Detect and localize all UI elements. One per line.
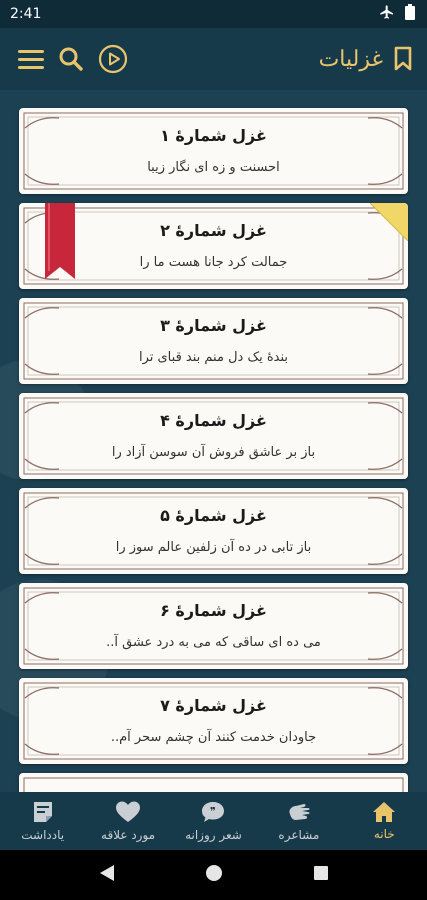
play-icon[interactable]: [98, 44, 128, 74]
poem-title: غزل شمارهٔ ۵: [160, 506, 267, 525]
nav-mushaere[interactable]: مشاعره: [259, 800, 339, 842]
poem-card-6[interactable]: غزل شمارهٔ ۶ می ده ای ساقی که می به درد …: [19, 583, 408, 669]
search-icon[interactable]: [58, 46, 84, 72]
nav-favorites[interactable]: مورد علاقه: [88, 800, 168, 842]
svg-text:❞: ❞: [211, 805, 217, 818]
bookmark-icon[interactable]: [393, 46, 413, 72]
status-time: 2:41: [10, 6, 42, 22]
nav-home[interactable]: خانه: [344, 801, 424, 841]
poem-first-line: بندهٔ یک دل منم بند قبای ترا: [138, 350, 289, 365]
nav-notes[interactable]: یادداشت: [3, 800, 83, 842]
poem-card-4[interactable]: غزل شمارهٔ ۴ باز بر عاشق فروش آن سوسن آز…: [19, 393, 408, 479]
page-title: غزلیات: [318, 46, 383, 72]
poem-card-3[interactable]: غزل شمارهٔ ۳ بندهٔ یک دل منم بند قبای تر…: [19, 298, 408, 384]
recents-icon[interactable]: [313, 865, 329, 885]
ornamental-frame: [23, 492, 404, 570]
poem-title: غزل شمارهٔ ۴: [160, 411, 267, 430]
quote-bubble-icon: ❞: [202, 802, 225, 822]
nav-notes-label: یادداشت: [21, 828, 65, 842]
poem-title: غزل شمارهٔ ۱: [160, 126, 267, 145]
home-circle-icon[interactable]: [205, 864, 223, 886]
back-icon[interactable]: [99, 864, 115, 886]
poem-list[interactable]: غزل شمارهٔ ۱ احسنت و زه ای نگار زیبا غزل…: [0, 90, 427, 792]
poem-first-line: جاودان خدمت کنند آن چشم سحر آم..: [110, 730, 317, 745]
nav-daily-poem[interactable]: ❞ شعر روزانه: [173, 800, 253, 842]
ornamental-frame: [23, 207, 404, 285]
ornamental-frame: [23, 112, 404, 190]
ornamental-frame: [23, 397, 404, 475]
menu-icon[interactable]: [18, 48, 44, 70]
poem-first-line: می ده ای ساقی که می به درد عشق آ..: [106, 635, 321, 650]
nav-home-label: خانه: [373, 827, 395, 841]
poem-card-2[interactable]: غزل شمارهٔ ۲ جمالت کرد جانا هست ما را: [19, 203, 408, 289]
nav-favorites-label: مورد علاقه: [101, 828, 156, 842]
system-nav-bar: [0, 850, 427, 900]
ornamental-frame: [23, 587, 404, 665]
nav-daily-poem-label: شعر روزانه: [185, 828, 242, 842]
poem-title: غزل شمارهٔ ۳: [160, 316, 267, 335]
nav-mushaere-label: مشاعره: [278, 828, 320, 842]
poem-first-line: باز تابی در ده آن زلفین عالم سوز را: [115, 540, 312, 555]
airplane-mode-icon: [379, 4, 395, 24]
poem-title: غزل شمارهٔ ۷: [160, 696, 267, 715]
battery-icon: [405, 4, 415, 24]
heart-icon: [116, 801, 141, 822]
poem-card-partial[interactable]: [19, 773, 408, 792]
poem-first-line: باز بر عاشق فروش آن سوسن آزاد را: [111, 445, 316, 460]
app-bar: غزلیات: [0, 28, 427, 90]
poem-card-5[interactable]: غزل شمارهٔ ۵ باز تابی در ده آن زلفین عال…: [19, 488, 408, 574]
poem-title: غزل شمارهٔ ۶: [160, 601, 267, 620]
bottom-nav: خانه مشاعره ❞ شعر روزانه مورد علاقه یادد…: [0, 792, 427, 850]
poem-title: غزل شمارهٔ ۲: [160, 221, 267, 240]
ornamental-frame: [23, 777, 404, 792]
status-bar: 2:41: [0, 0, 427, 28]
ornamental-frame: [23, 302, 404, 380]
hand-icon: [289, 804, 310, 820]
poem-card-7[interactable]: غزل شمارهٔ ۷ جاودان خدمت کنند آن چشم سحر…: [19, 678, 408, 764]
home-icon: [373, 802, 396, 822]
poem-first-line: احسنت و زه ای نگار زیبا: [147, 160, 280, 175]
note-icon: [33, 802, 52, 822]
ornamental-frame: [23, 682, 404, 760]
poem-card-1[interactable]: غزل شمارهٔ ۱ احسنت و زه ای نگار زیبا: [19, 108, 408, 194]
poem-first-line: جمالت کرد جانا هست ما را: [139, 255, 288, 270]
